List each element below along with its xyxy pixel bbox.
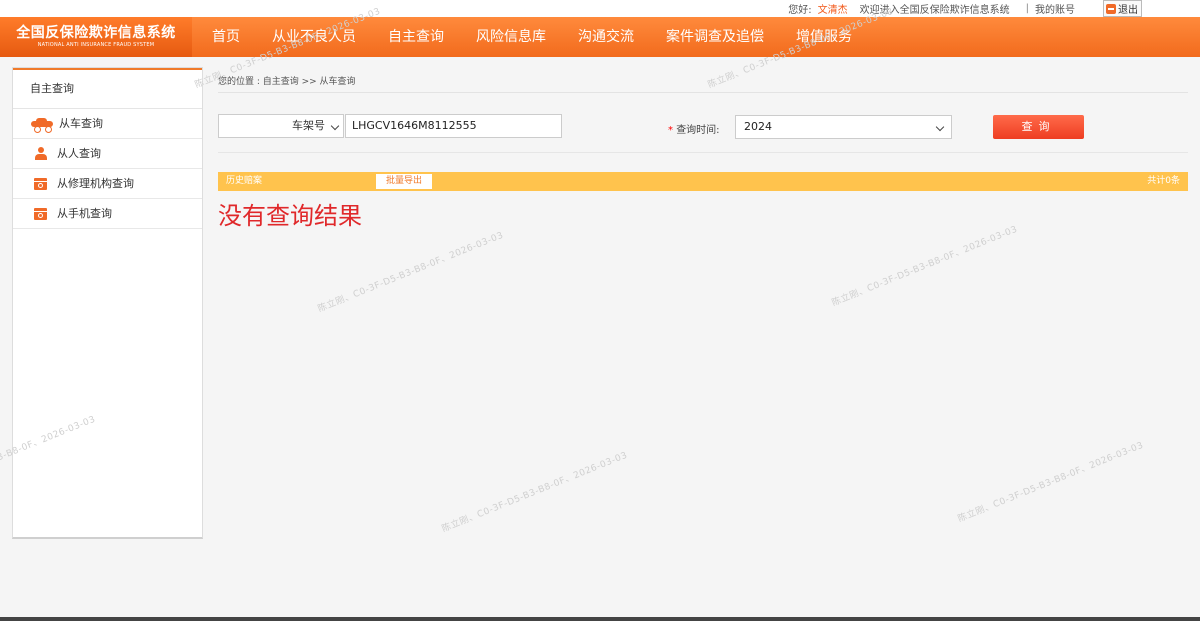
main-navbar: 全国反保险欺诈信息系统 NATIONAL ANTI INSURANCE FRAU…: [0, 17, 1200, 57]
top-info-bar: 您好: 文清杰 欢迎进入全国反保险欺诈信息系统 | 我的账号 退出: [0, 0, 1200, 17]
query-type-value: 车架号: [292, 119, 325, 132]
watermark: 陈立刚、C0-3F-D5-B3-B8-0F、2026-03-03: [440, 450, 630, 535]
batch-export-button[interactable]: 批量导出: [376, 174, 432, 189]
history-claims-label: 历史赔案: [226, 176, 263, 186]
nav-item-case-investigation[interactable]: 案件调查及追偿: [650, 17, 780, 57]
watermark: 陈立刚、C0-3F-D5-B3-B8-0F、2026-03-03: [316, 230, 506, 315]
query-type-select[interactable]: 车架号: [218, 114, 344, 138]
sidebar-item-label: 从手机查询: [57, 207, 112, 220]
breadcrumb-divider: [218, 92, 1188, 93]
sidebar: 自主查询 从车查询 从人查询 从修理机构查询 从手机查询: [12, 67, 203, 539]
logo-title-en: NATIONAL ANTI INSURANCE FRAUD SYSTEM: [37, 42, 155, 48]
nav-item-self-query[interactable]: 自主查询: [372, 17, 460, 57]
sidebar-item-label: 从车查询: [59, 117, 103, 130]
car-icon: [31, 117, 53, 133]
query-time-text: 查询时间:: [676, 125, 720, 136]
sidebar-item-label: 从人查询: [57, 147, 101, 160]
my-account-link[interactable]: 我的账号: [1035, 1, 1075, 16]
greeting-label: 您好:: [788, 5, 812, 16]
separator: |: [1025, 3, 1029, 14]
person-icon: [35, 147, 47, 160]
watermark: 陈立刚、C0-3F-D5-B3-B8-0F、2026-03-03: [956, 440, 1146, 525]
user-info: 您好: 文清杰 欢迎进入全国反保险欺诈信息系统 | 我的账号: [788, 0, 1075, 17]
query-time-label: * 查询时间:: [668, 121, 720, 136]
nav-item-risk-database[interactable]: 风险信息库: [460, 17, 562, 57]
result-header-bar: 历史赔案 批量导出 共计0条: [218, 172, 1188, 191]
sidebar-item-phone-query[interactable]: 从手机查询: [13, 199, 202, 229]
garage-icon: [34, 177, 47, 190]
query-button[interactable]: 查询: [993, 115, 1084, 139]
query-year-select[interactable]: 2024: [735, 115, 952, 139]
nav-item-value-added[interactable]: 增值服务: [780, 17, 868, 57]
no-result-message: 没有查询结果: [218, 202, 362, 230]
nav-item-communication[interactable]: 沟通交流: [562, 17, 650, 57]
sidebar-title: 自主查询: [13, 68, 202, 109]
chevron-down-icon: [330, 121, 340, 131]
nav-item-bad-practitioners[interactable]: 从业不良人员: [256, 17, 372, 57]
sidebar-item-vehicle-query[interactable]: 从车查询: [13, 109, 202, 139]
result-count: 共计0条: [1147, 176, 1180, 186]
sidebar-item-garage-query[interactable]: 从修理机构查询: [13, 169, 202, 199]
query-year-value: 2024: [744, 120, 772, 133]
chevron-down-icon: [935, 122, 945, 132]
logout-button[interactable]: 退出: [1103, 0, 1142, 17]
sidebar-item-label: 从修理机构查询: [57, 177, 134, 190]
logo-title-cn: 全国反保险欺诈信息系统: [16, 25, 176, 41]
username-link[interactable]: 文清杰: [818, 1, 848, 16]
nav-item-home[interactable]: 首页: [196, 17, 256, 57]
sidebar-item-person-query[interactable]: 从人查询: [13, 139, 202, 169]
welcome-text: 欢迎进入全国反保险欺诈信息系统: [859, 5, 1010, 16]
logout-label: 退出: [1118, 5, 1138, 16]
vin-input[interactable]: LHGCV1646M8112555: [345, 114, 562, 138]
logout-icon: [1106, 3, 1116, 14]
system-logo[interactable]: 全国反保险欺诈信息系统 NATIONAL ANTI INSURANCE FRAU…: [0, 17, 192, 57]
bottom-taskbar-edge: [0, 617, 1200, 621]
form-divider: [218, 152, 1188, 153]
phone-icon: [34, 207, 47, 220]
breadcrumb: 您的位置 : 自主查询 >> 从车查询: [218, 77, 356, 87]
nav-menu: 首页 从业不良人员 自主查询 风险信息库 沟通交流 案件调查及追偿 增值服务: [196, 17, 868, 57]
watermark: 陈立刚、C0-3F-D5-B3-B8-0F、2026-03-03: [830, 224, 1020, 309]
required-mark: *: [668, 125, 673, 136]
